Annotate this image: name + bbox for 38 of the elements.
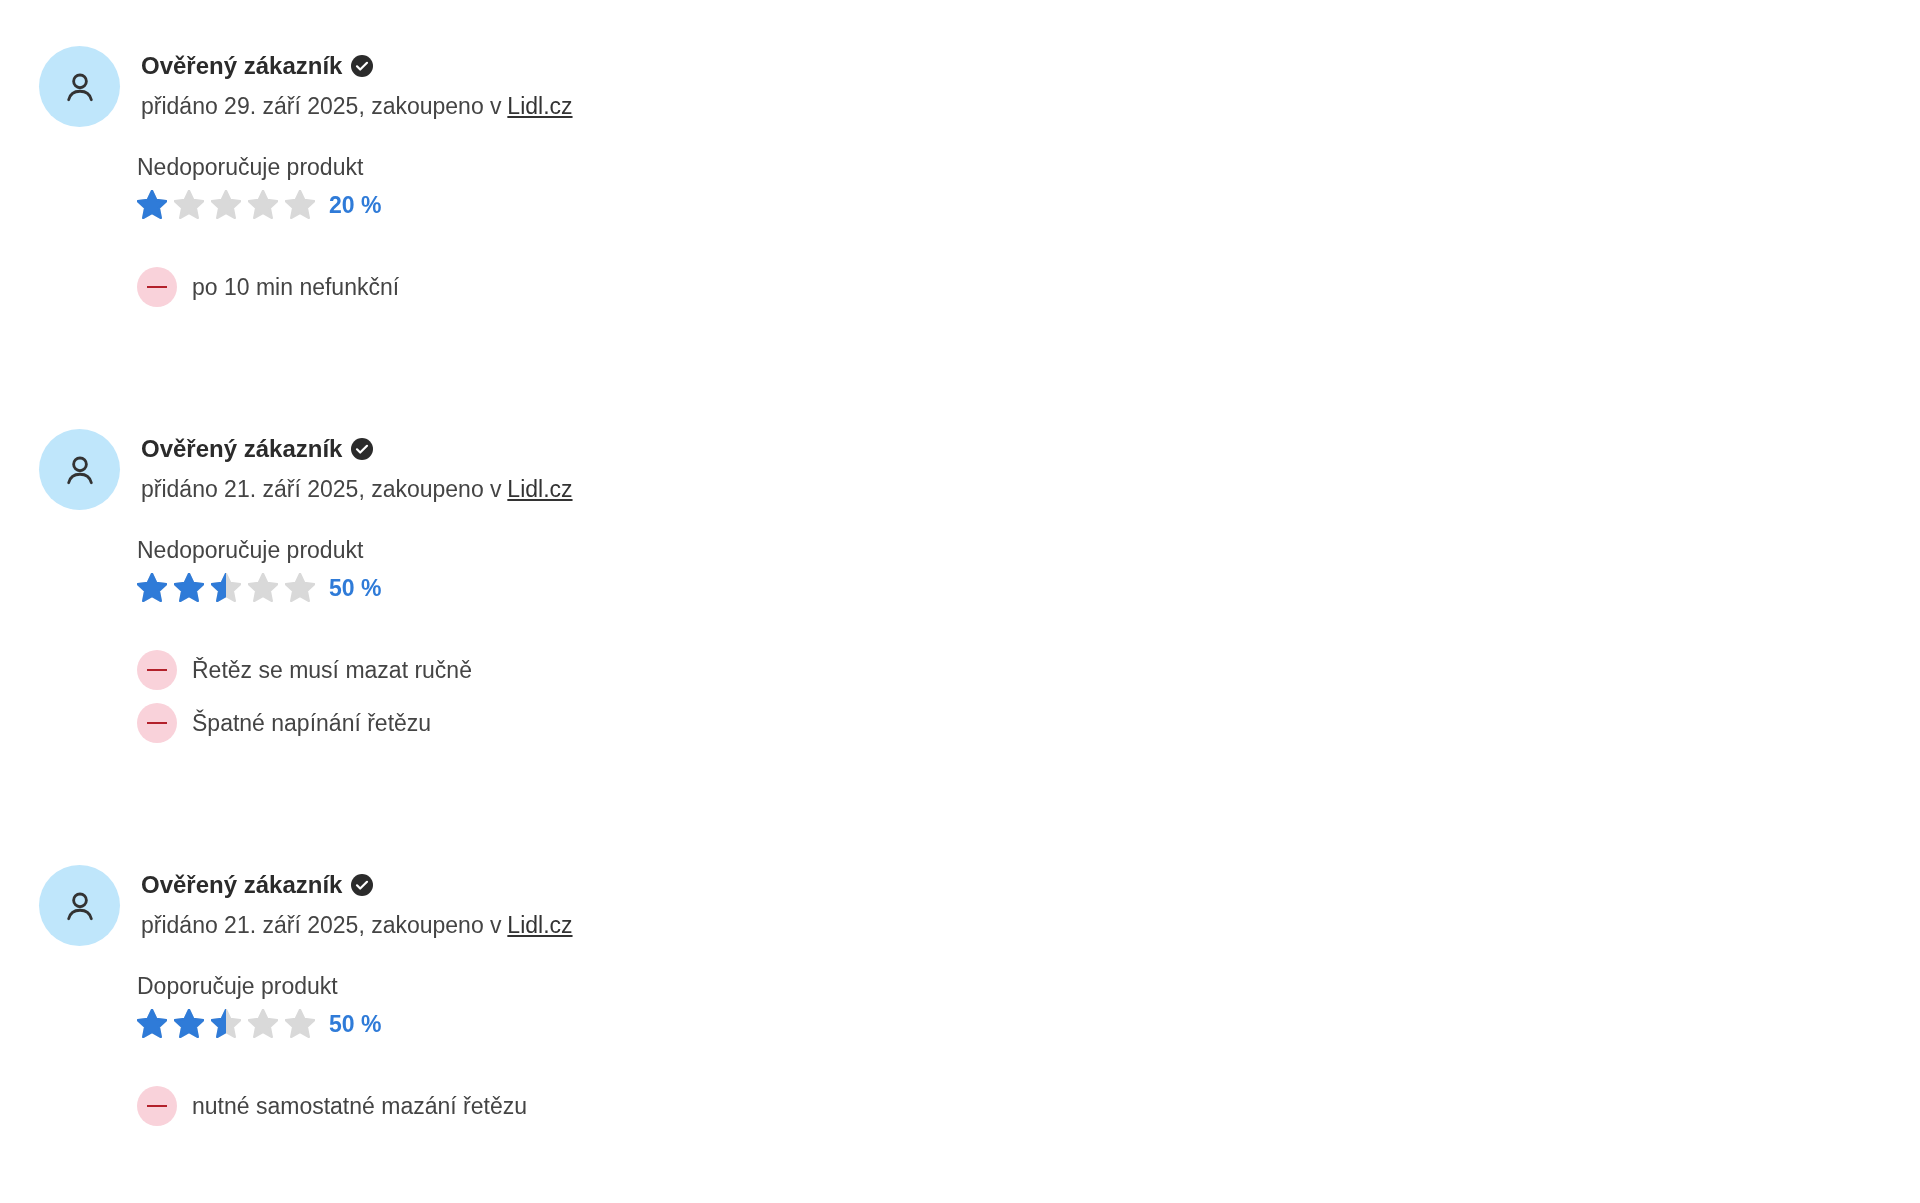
recommendation-text: Doporučuje produkt	[137, 972, 339, 1001]
star-icon	[137, 1009, 167, 1039]
review-date-text: přidáno 29. září 2025, zakoupeno v Lidl.cz	[141, 92, 573, 121]
minus-icon	[137, 267, 177, 307]
con-text: Špatné napínání řetězu	[192, 709, 432, 737]
star-icon	[137, 190, 167, 220]
con-text: Řetěz se musí mazat ručně	[192, 656, 472, 684]
minus-icon	[137, 1086, 177, 1126]
star-icon	[285, 573, 315, 603]
recommendation-text: Nedoporučuje produkt	[137, 536, 365, 565]
star-icon	[248, 573, 278, 603]
star-icon	[248, 1009, 278, 1039]
store-link[interactable]: Lidl.cz	[507, 912, 573, 938]
star-icon	[211, 573, 241, 603]
recommendation-text: Nedoporučuje produkt	[137, 153, 365, 182]
star-icon	[174, 573, 204, 603]
rating-percent: 50 %	[329, 574, 382, 602]
author-name: Ověřený zákazník	[141, 871, 343, 899]
star-icon	[211, 1009, 241, 1039]
star-icon	[174, 190, 204, 220]
store-link[interactable]: Lidl.cz	[507, 93, 573, 119]
minus-icon	[137, 703, 177, 743]
star-icon	[137, 573, 167, 603]
star-icon	[211, 190, 241, 220]
star-icon	[248, 190, 278, 220]
star-icon	[285, 1009, 315, 1039]
review-date-text: přidáno 21. září 2025, zakoupeno v Lidl.cz	[141, 911, 573, 940]
star-icon	[285, 190, 315, 220]
author-name: Ověřený zákazník	[141, 52, 343, 80]
author-name: Ověřený zákazník	[141, 435, 343, 463]
review-date-text: přidáno 21. září 2025, zakoupeno v Lidl.cz	[141, 475, 573, 504]
minus-icon	[137, 650, 177, 690]
star-icon	[174, 1009, 204, 1039]
rating-percent: 50 %	[329, 1010, 382, 1038]
con-text: po 10 min nefunkční	[192, 273, 400, 301]
store-link[interactable]: Lidl.cz	[507, 476, 573, 502]
rating-percent: 20 %	[329, 191, 382, 219]
con-text: nutné samostatné mazání řetězu	[192, 1092, 527, 1120]
